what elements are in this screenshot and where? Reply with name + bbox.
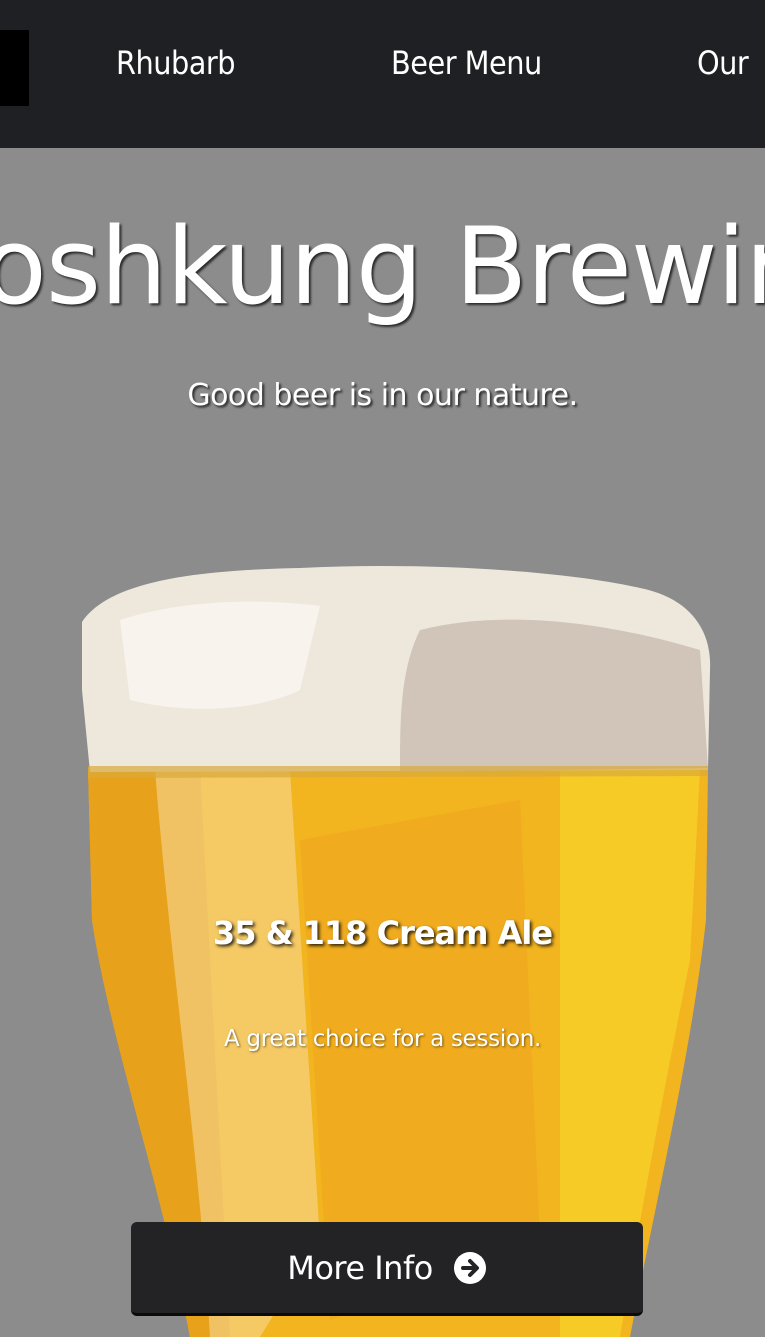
more-info-label: More Info xyxy=(287,1248,433,1287)
featured-beer-description: A great choice for a session. xyxy=(223,1026,542,1052)
hero-tagline: Good beer is in our nature. xyxy=(187,378,578,413)
nav-link-beer-menu[interactable]: Beer Menu xyxy=(391,44,542,82)
nav-link-our[interactable]: Our xyxy=(697,44,749,82)
nav-link-rhubarb[interactable]: Rhubarb xyxy=(116,44,236,82)
featured-beer-name: 35 & 118 Cream Ale xyxy=(212,914,553,952)
foam-highlight xyxy=(120,601,320,709)
nav-logo-block[interactable] xyxy=(0,30,29,106)
more-info-button[interactable]: More Info xyxy=(131,1222,643,1316)
hero-title-container: oshkung Brewin xyxy=(0,205,765,345)
foam-rim xyxy=(88,766,708,778)
foam-shadow xyxy=(400,619,708,772)
hero-title: oshkung Brewin xyxy=(0,205,765,328)
top-navbar: Rhubarb Beer Menu Our xyxy=(0,0,765,148)
arrow-circle-right-icon xyxy=(453,1251,486,1284)
